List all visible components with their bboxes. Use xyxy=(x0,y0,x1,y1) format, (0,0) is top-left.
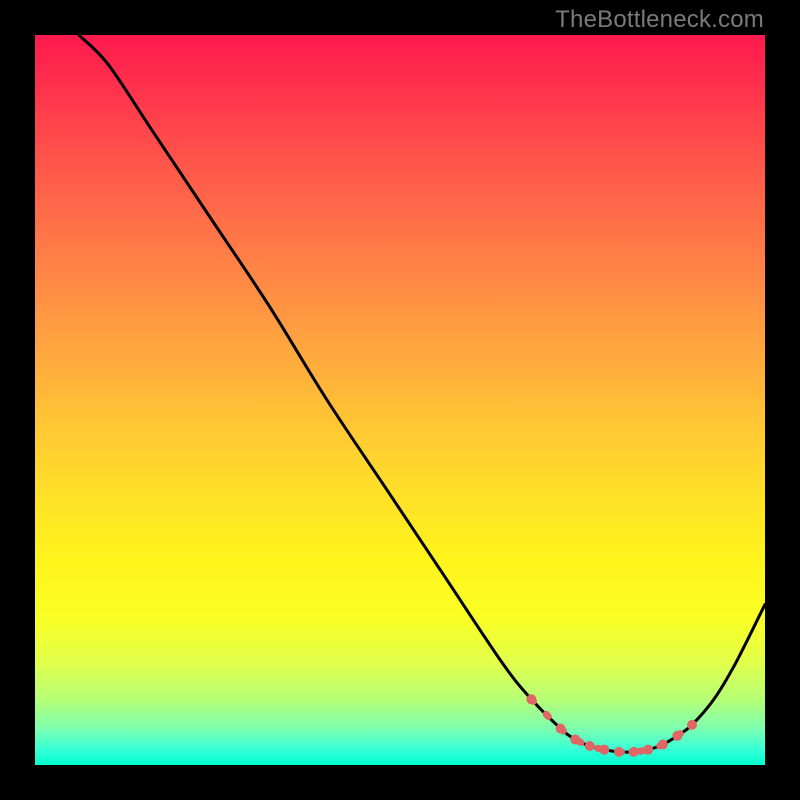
highlight-dot xyxy=(643,745,653,755)
highlight-dot xyxy=(629,747,639,757)
highlight-dot xyxy=(672,731,682,741)
highlight-dot xyxy=(614,747,624,757)
bottleneck-curve xyxy=(79,35,765,752)
highlight-dot xyxy=(585,741,595,751)
curve-layer xyxy=(35,35,765,765)
chart-frame: TheBottleneck.com xyxy=(0,0,800,800)
highlight-dot xyxy=(570,734,580,744)
watermark-text: TheBottleneck.com xyxy=(555,6,764,34)
highlight-dots xyxy=(526,694,697,757)
highlight-dot xyxy=(687,720,697,730)
highlight-dot xyxy=(526,694,536,704)
highlight-dot xyxy=(658,740,668,750)
highlight-dot xyxy=(599,745,609,755)
plot-area xyxy=(35,35,765,765)
highlight-dot xyxy=(556,724,566,734)
curve-path xyxy=(79,35,765,752)
